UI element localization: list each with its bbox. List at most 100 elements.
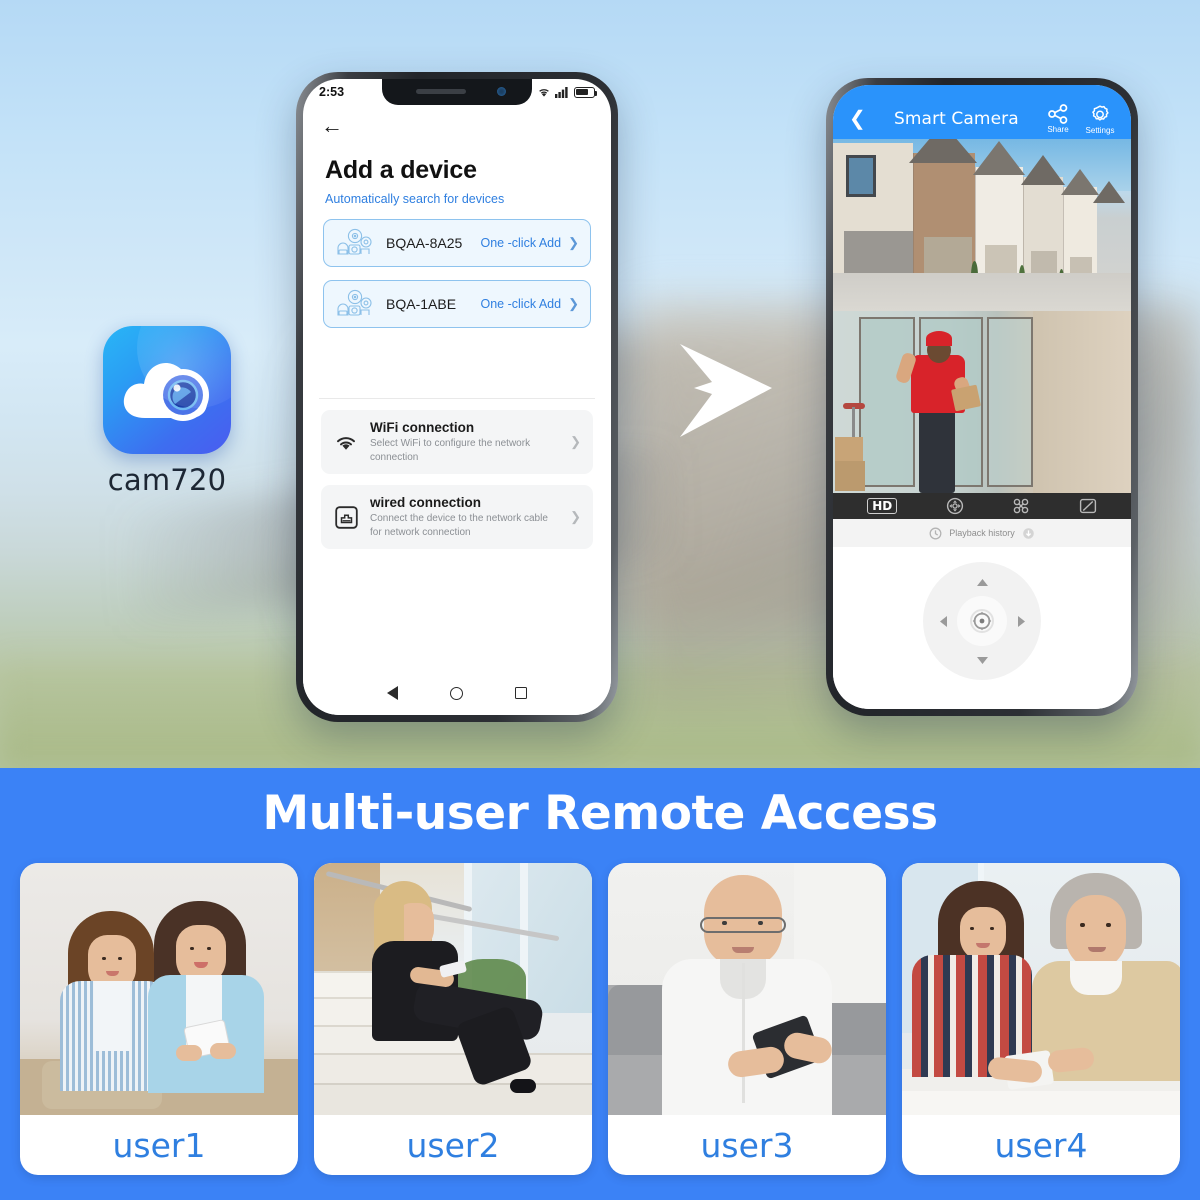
user-card[interactable]: user4 xyxy=(902,863,1180,1175)
back-button[interactable]: ← xyxy=(303,105,611,142)
phone-right-screen: ❮ Smart Camera Share Settings HD Playbac… xyxy=(833,85,1131,709)
user-photo xyxy=(902,863,1180,1115)
wifi-connection-desc: Select WiFi to configure the network con… xyxy=(370,438,531,463)
video-control-bar: HD xyxy=(833,493,1131,519)
arrow-up-icon xyxy=(976,578,988,586)
camera-title: Smart Camera xyxy=(894,109,1019,129)
wired-connection-title: wired connection xyxy=(370,495,482,510)
dpad-up-button[interactable] xyxy=(957,565,1007,599)
ethernet-port-icon xyxy=(333,505,359,529)
roof xyxy=(1093,181,1125,203)
device-name: BQA-1ABE xyxy=(386,296,457,312)
arrow-right-flow-icon xyxy=(668,338,786,448)
playback-history-row[interactable]: Playback history xyxy=(833,519,1131,547)
camera-devices-icon xyxy=(337,228,372,255)
history-clock-icon xyxy=(929,527,942,539)
eyeglasses xyxy=(700,917,786,933)
status-bar: 2:53 xyxy=(303,79,611,105)
device-add-label: One -click Add xyxy=(480,236,562,250)
house xyxy=(913,153,975,293)
window-pane xyxy=(859,317,915,487)
share-nodes-icon xyxy=(1048,104,1068,124)
phone-left-device: 2:53 ← Add a device Automatically search… xyxy=(296,72,618,722)
pan-tilt-icon[interactable] xyxy=(946,497,964,515)
page-title: Add a device xyxy=(325,156,477,184)
home-circle-icon[interactable] xyxy=(450,686,463,700)
share-button[interactable]: Share xyxy=(1037,104,1079,134)
wired-connection-row[interactable]: wired connection Connect the device to t… xyxy=(321,485,593,549)
user-card[interactable]: user1 xyxy=(20,863,298,1175)
wifi-connection-row[interactable]: WiFi connection Select WiFi to configure… xyxy=(321,410,593,474)
settings-label: Settings xyxy=(1085,125,1115,135)
arrow-right-icon xyxy=(1017,615,1025,627)
roof xyxy=(909,139,977,163)
signal-bars-icon xyxy=(555,87,568,98)
chevron-right-icon: ❯ xyxy=(568,235,579,250)
back-arrow-icon: ← xyxy=(321,113,343,138)
multi-user-banner: Multi-user Remote Access user1 user2 use… xyxy=(0,768,1200,1200)
dpad-right-button[interactable] xyxy=(1004,604,1038,638)
phone-right-device: ❮ Smart Camera Share Settings HD Playbac… xyxy=(826,78,1138,716)
app-icon[interactable] xyxy=(103,326,231,454)
page-subtitle: Automatically search for devices xyxy=(325,192,505,206)
recents-square-icon[interactable] xyxy=(515,687,527,699)
parcel-box xyxy=(835,461,865,491)
camera-app-header: ❮ Smart Camera Share Settings xyxy=(833,85,1131,139)
settings-button[interactable]: Settings xyxy=(1079,104,1121,135)
share-label: Share xyxy=(1047,125,1069,134)
app-logo-block: cam720 xyxy=(103,326,231,497)
dpad-left-button[interactable] xyxy=(926,604,960,638)
user-label: user2 xyxy=(406,1125,500,1165)
device-add-action[interactable]: One -click Add ❯ xyxy=(481,235,580,251)
device-row-2[interactable]: BQA-1ABE One -click Add ❯ xyxy=(323,280,591,328)
battery-icon xyxy=(574,86,598,98)
parcel-box xyxy=(835,437,863,461)
dpad-control[interactable] xyxy=(923,562,1041,680)
status-time: 2:53 xyxy=(319,85,345,99)
device-add-action[interactable]: One -click Add ❯ xyxy=(481,296,580,312)
camera-feed-front-door[interactable] xyxy=(833,311,1131,493)
wifi-connection-text: WiFi connection Select WiFi to configure… xyxy=(370,420,559,464)
gear-icon xyxy=(1092,104,1109,121)
user-card[interactable]: user2 xyxy=(314,863,592,1175)
playback-history-label: Playback history xyxy=(949,528,1015,538)
app-name-label: cam720 xyxy=(107,463,227,497)
user-card[interactable]: user3 xyxy=(608,863,886,1175)
arrow-down-icon xyxy=(976,656,988,664)
wired-connection-text: wired connection Connect the device to t… xyxy=(370,495,559,539)
user-photo xyxy=(20,863,298,1115)
section-divider xyxy=(319,398,595,399)
person-legs xyxy=(919,407,955,493)
user-cards-row: user1 user2 user3 user4 xyxy=(0,841,1200,1175)
roof xyxy=(973,141,1025,175)
cloud-camera-icon xyxy=(123,363,209,421)
side-pane xyxy=(987,317,1033,487)
dpad-down-button[interactable] xyxy=(957,643,1007,677)
chevron-right-icon: ❯ xyxy=(570,509,581,524)
back-triangle-icon[interactable] xyxy=(387,686,398,700)
wifi-icon xyxy=(333,433,359,452)
device-row-1[interactable]: BQAA-8A25 One -click Add ❯ xyxy=(323,219,591,267)
arrow-left-icon xyxy=(939,615,947,627)
quality-badge[interactable]: HD xyxy=(867,498,898,514)
fullscreen-icon[interactable] xyxy=(1079,497,1097,515)
back-chevron-icon[interactable]: ❮ xyxy=(845,109,870,129)
ptz-control-area xyxy=(833,547,1131,709)
user-photo xyxy=(314,863,592,1115)
dpad-center-button[interactable] xyxy=(957,596,1007,646)
hero-scene: cam720 2:53 ← Add a device Automatically… xyxy=(0,0,1200,768)
motion-detect-icon[interactable] xyxy=(1012,497,1030,515)
chevron-right-icon: ❯ xyxy=(568,296,579,311)
wifi-connection-title: WiFi connection xyxy=(370,420,475,435)
device-name: BQAA-8A25 xyxy=(386,235,463,251)
camera-feed-townhouse[interactable] xyxy=(833,139,1131,311)
download-icon xyxy=(1022,527,1034,539)
user-label: user1 xyxy=(112,1125,206,1165)
target-center-icon xyxy=(970,609,994,633)
wifi-icon xyxy=(539,89,549,97)
user-label: user4 xyxy=(994,1125,1088,1165)
roof xyxy=(1021,155,1065,185)
wall xyxy=(1033,311,1131,493)
wired-connection-desc: Connect the device to the network cable … xyxy=(370,513,548,538)
user-photo xyxy=(608,863,886,1115)
